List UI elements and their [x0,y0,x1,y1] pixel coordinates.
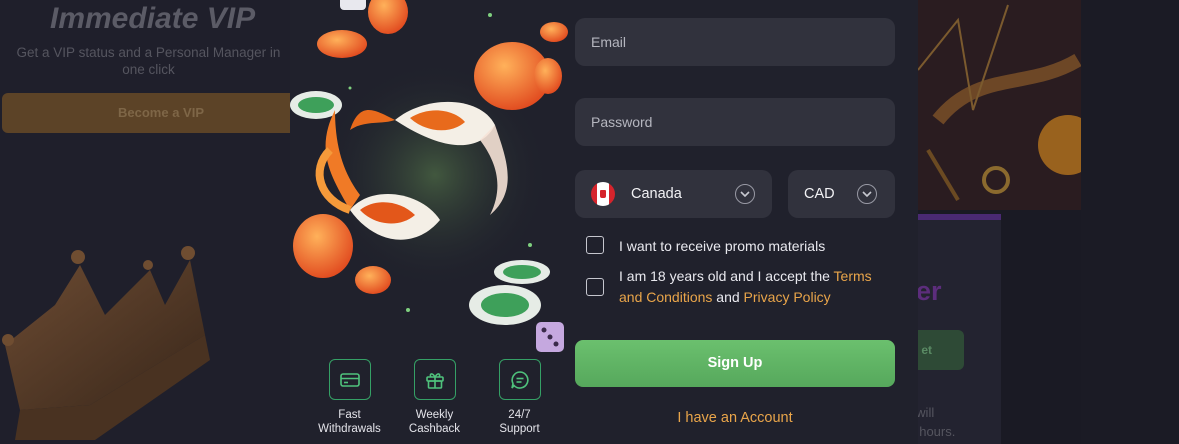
terms-checkbox[interactable] [586,278,604,296]
currency-value: CAD [804,186,835,202]
become-vip-button[interactable]: Become a VIP [2,93,320,133]
gift-icon [413,359,456,400]
signup-modal: Fast Withdrawals Weekly Cashback 24/7 Su… [290,0,918,444]
promo-label: I want to receive promo materials [619,238,826,254]
canada-flag-icon [591,182,615,206]
feature-label-line1: Weekly [415,409,454,421]
koi-fish-illustration [290,0,570,360]
terms-label: I am 18 years old and I accept the Terms… [619,266,884,308]
feature-label: Fast Withdrawals [318,408,381,436]
feature-label: Weekly Cashback [409,408,460,436]
password-field[interactable]: Password [575,98,895,146]
feature-label-line1: Fast [338,409,361,421]
feature-label-line2: Withdrawals [318,423,381,435]
currency-select[interactable]: CAD [788,170,895,218]
country-value: Canada [631,186,682,202]
privacy-link[interactable]: Privacy Policy [744,289,831,305]
chevron-down-icon [735,184,755,204]
page: Immediate VIP Get a VIP status and a Per… [0,0,1179,444]
age-text: I am 18 years old and I accept the [619,268,834,284]
promo-checkbox[interactable] [586,236,604,254]
vip-subtitle: Get a VIP status and a Personal Manager … [16,45,281,77]
chevron-down-icon [857,184,877,204]
promo-art [918,0,1081,210]
and-text: and [712,289,744,305]
have-account-link[interactable]: I have an Account [575,410,895,426]
features-row: Fast Withdrawals Weekly Cashback 24/7 Su… [307,359,562,436]
feature-fast-withdrawals: Fast Withdrawals [307,359,392,436]
crown-illustration [0,235,215,444]
vip-title: Immediate VIP [50,2,256,35]
country-select[interactable]: Canada [575,170,772,218]
email-field[interactable]: Email [575,18,895,66]
signup-button[interactable]: Sign Up [575,340,895,387]
feature-label-line1: 24/7 [508,409,531,421]
feature-weekly-cashback: Weekly Cashback [392,359,477,436]
terms-checkbox-row: I am 18 years old and I accept the Terms… [586,266,884,308]
card-icon [328,359,371,400]
feature-label-line2: Cashback [408,423,461,435]
feature-label: 24/7 Support [499,408,539,436]
promo-checkbox-row: I want to receive promo materials [586,236,884,257]
promo-card-title: er [916,276,942,306]
chat-icon [498,359,541,400]
feature-label-line2: Support [499,423,540,435]
feature-support: 24/7 Support [477,359,562,436]
page-edge [1081,0,1179,444]
